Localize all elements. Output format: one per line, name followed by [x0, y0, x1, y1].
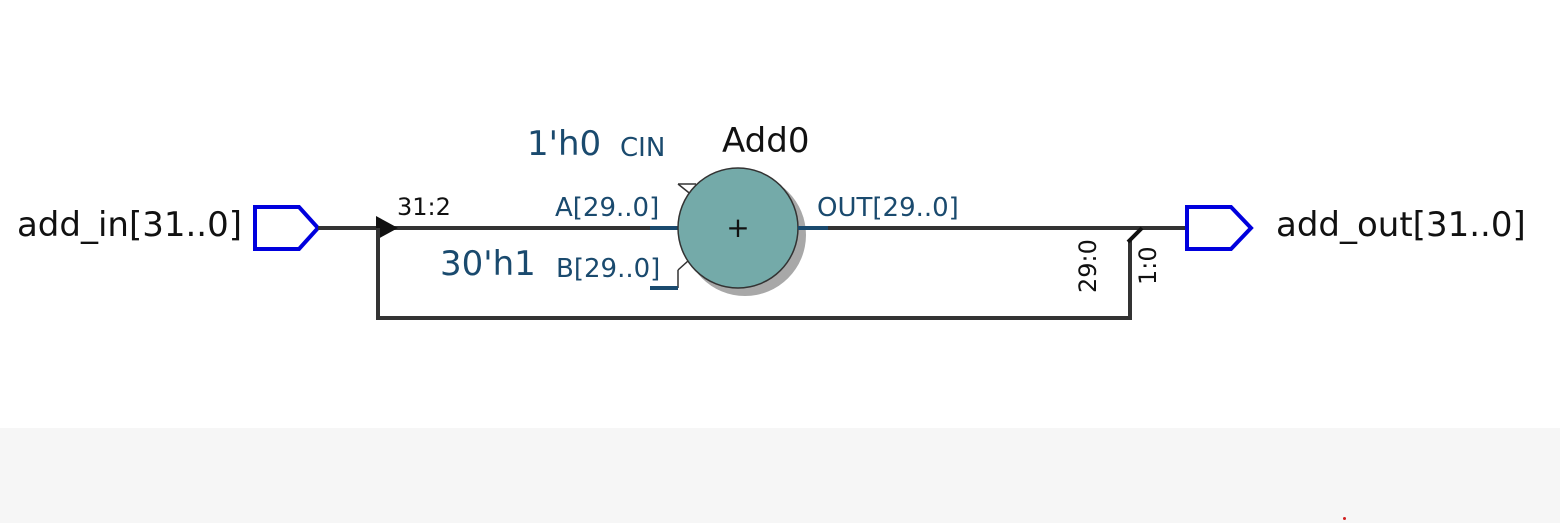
footer-dot	[1343, 517, 1346, 520]
footer-area	[0, 428, 1560, 523]
adder-operator: +	[726, 211, 749, 244]
out-low-slice-label: 29:0	[1074, 239, 1102, 293]
cin-constant-label: 1'h0	[527, 124, 601, 164]
output-port-symbol[interactable]	[1185, 205, 1254, 251]
adder-instance-name: Add0	[722, 121, 809, 161]
out-pin-label: OUT[29..0]	[817, 193, 959, 223]
bus-merge-tick	[1126, 226, 1144, 244]
input-tap-slice-label: 31:2	[397, 193, 451, 221]
out-high-slice-label: 1:0	[1134, 246, 1162, 285]
b-pin-label: B[29..0]	[556, 254, 660, 284]
schematic-canvas: add_in[31..0] 31:2 + Add0 CIN 1'h0 A[29.…	[17, 121, 1526, 320]
output-port-label: add_out[31..0]	[1276, 205, 1526, 245]
b-constant-label: 30'h1	[440, 244, 536, 284]
cin-pin-label: CIN	[620, 133, 665, 163]
input-port-label: add_in[31..0]	[17, 205, 242, 245]
input-port-symbol[interactable]	[253, 205, 321, 251]
a-pin-label: A[29..0]	[555, 193, 659, 223]
